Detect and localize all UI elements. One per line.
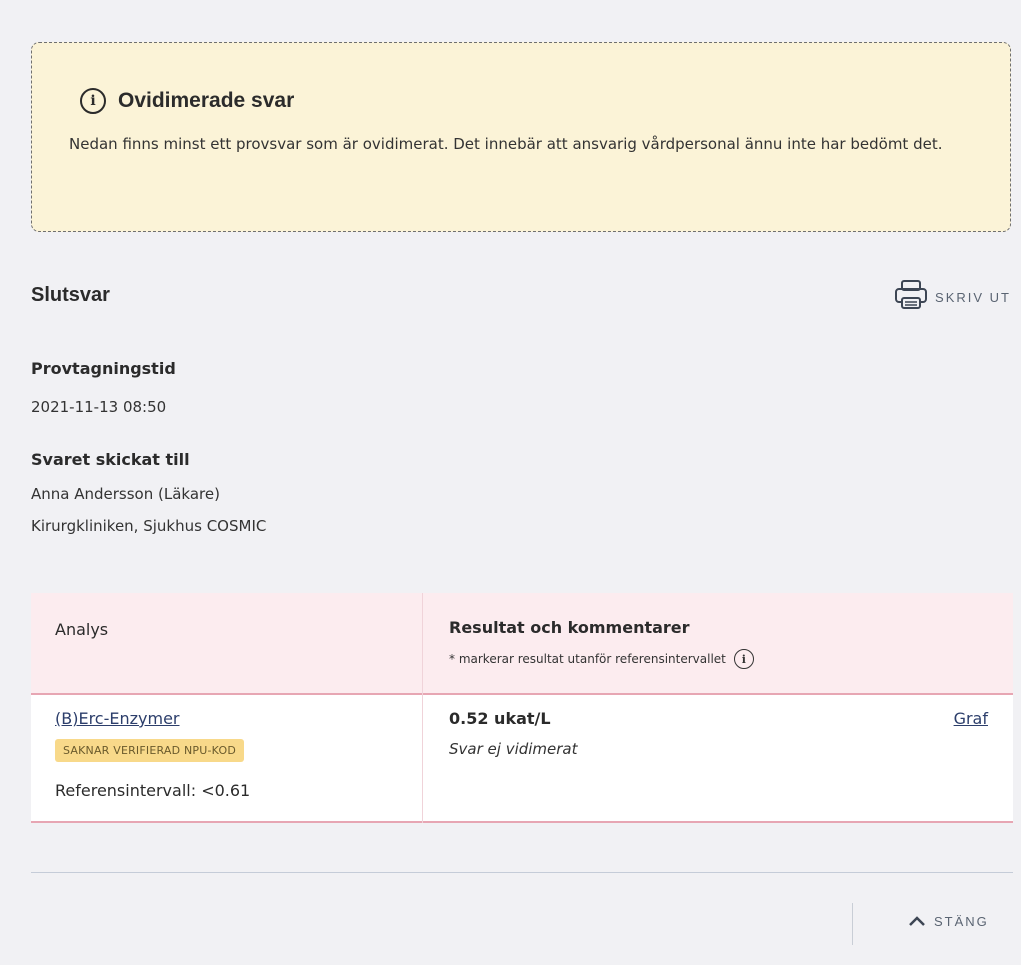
column-divider	[422, 593, 423, 823]
sent-to-unit: Kirurgkliniken, Sjukhus COSMIC	[31, 517, 267, 535]
footer-divider	[31, 872, 1013, 873]
sampling-time-label: Provtagningstid	[31, 359, 176, 378]
results-table: Analys Resultat och kommentarer * marker…	[31, 593, 1013, 823]
sampling-time-value: 2021-11-13 08:50	[31, 398, 167, 416]
close-button[interactable]: STÄNG	[908, 912, 989, 931]
unvalidated-notice: i Ovidimerade svar Nedan finns minst ett…	[31, 42, 1011, 232]
analysis-link[interactable]: (B)Erc-Enzymer	[55, 709, 180, 728]
table-header: Analys Resultat och kommentarer * marker…	[31, 593, 1013, 695]
table-row: (B)Erc-Enzymer SAKNAR VERIFIERAD NPU-KOD…	[31, 695, 1013, 823]
printer-icon	[893, 279, 929, 315]
notice-header: i Ovidimerade svar	[80, 88, 294, 114]
reference-note-text: * markerar resultat utanför referensinte…	[449, 652, 726, 666]
chevron-up-icon	[908, 912, 926, 931]
column-header-analys: Analys	[55, 620, 109, 639]
info-icon: i	[80, 88, 106, 114]
notice-body: Nedan finns minst ett provsvar som är ov…	[69, 135, 943, 153]
section-title: Slutsvar	[31, 284, 110, 306]
close-label: STÄNG	[934, 914, 989, 929]
info-icon[interactable]: i	[733, 649, 754, 669]
print-label: SKRIV UT	[935, 289, 1011, 305]
result-value: 0.52 ukat/L	[449, 709, 551, 728]
sent-to-recipient: Anna Andersson (Läkare)	[31, 485, 220, 503]
print-button[interactable]: SKRIV UT	[893, 279, 1011, 315]
graph-link[interactable]: Graf	[954, 709, 988, 728]
close-separator	[852, 903, 853, 945]
status-badge: SAKNAR VERIFIERAD NPU-KOD	[55, 739, 245, 762]
notice-title: Ovidimerade svar	[118, 89, 295, 112]
reference-interval: Referensintervall: <0.61	[55, 781, 251, 800]
column-header-result: Resultat och kommentarer	[449, 618, 690, 637]
reference-note: * markerar resultat utanför referensinte…	[449, 649, 754, 669]
result-status: Svar ej vidimerat	[449, 740, 578, 758]
sent-to-label: Svaret skickat till	[31, 450, 190, 469]
